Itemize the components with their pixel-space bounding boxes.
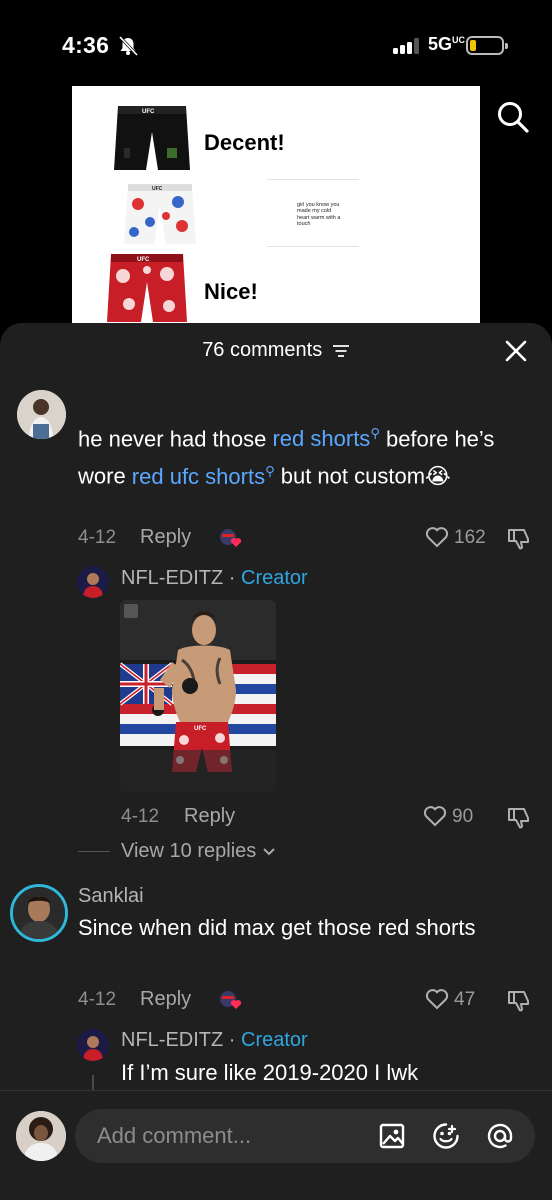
battery-icon [466,36,508,55]
chevron-down-icon [263,848,275,856]
comments-header: 76 comments [0,339,552,362]
creator-badge: Creator [241,1029,308,1051]
dislike-icon[interactable] [507,526,531,550]
comment-composer [0,1090,552,1200]
mention-icon[interactable] [486,1122,514,1150]
comment-username[interactable]: Sanklai [78,885,144,908]
network-label: 5GUC [428,34,466,54]
signal-icon [393,38,421,54]
black-shorts-image: UFC [114,106,190,170]
clock: 4:36 [62,32,110,58]
view-replies-divider [78,851,110,852]
reply-date: 4-12 [121,806,160,827]
reply-button[interactable]: Reply [140,526,191,549]
dislike-icon[interactable] [507,805,531,829]
creator-badge: Creator [241,567,308,589]
comment-input[interactable] [97,1109,357,1163]
svg-text:UFC: UFC [142,109,155,115]
comments-sheet: 76 comments he never had those red short… [0,323,552,1200]
svg-text:UFC: UFC [137,257,150,263]
svg-text:UFC: UFC [152,186,163,192]
avatar[interactable] [10,884,68,942]
reply-username[interactable]: NFL-EDITZ · Creator [121,567,308,590]
heart-icon[interactable] [425,988,449,1010]
crying-emoji: 😭 [425,463,451,489]
comment-input-box[interactable] [75,1109,535,1163]
search-icon[interactable] [496,100,530,134]
avatar [16,1111,66,1161]
avatar[interactable] [17,390,66,439]
creator-liked-icon [220,991,242,1009]
reply-text: If I’m sure like 2019-2020 I lwk [121,1060,419,1085]
like-count: 90 [452,806,474,827]
comment-date: 4-12 [78,527,117,548]
note-card: girl you know you made my cold heart war… [267,179,359,247]
comments-count: 76 comments [202,339,323,362]
comment-text: he never had those red shorts⚲ before he… [78,426,495,489]
heart-icon[interactable] [423,805,447,827]
like-count: 162 [454,527,486,548]
heart-icon[interactable] [425,526,449,548]
image-icon[interactable] [378,1122,406,1150]
sort-filter-icon[interactable] [332,344,350,358]
close-icon[interactable] [505,340,527,362]
reply-button[interactable]: Reply [140,988,191,1011]
video-frame[interactable]: UFC Decent! UFC girl you know you made m… [72,86,480,328]
avatar[interactable] [77,566,109,598]
view-replies-button[interactable]: View 10 replies [121,840,276,863]
like-count: 47 [454,989,476,1010]
comment-date: 4-12 [78,989,117,1010]
rating-label-1: Decent! [204,130,285,155]
status-bar: 4:36 5GUC [0,0,552,90]
emoji-icon[interactable] [432,1122,460,1150]
red-shorts-image: UFC [107,254,187,322]
creator-liked-icon [220,529,242,547]
bell-off-icon [118,36,139,56]
avatar[interactable] [77,1029,109,1061]
reply-photo[interactable]: UFC [120,600,276,792]
reply-username[interactable]: NFL-EDITZ · Creator [121,1029,308,1052]
floral-shorts-image: UFC [124,184,196,244]
svg-text:UFC: UFC [194,726,207,732]
dislike-icon[interactable] [507,988,531,1012]
reply-button[interactable]: Reply [184,805,235,828]
search-tag-link[interactable]: red ufc shorts⚲ [132,463,275,488]
note-text: girl you know you made my cold heart war… [297,202,341,228]
rating-label-2: Nice! [204,279,258,304]
comment-text: Since when did max get those red shorts [78,915,476,940]
search-tag-link[interactable]: red shorts⚲ [272,426,379,451]
